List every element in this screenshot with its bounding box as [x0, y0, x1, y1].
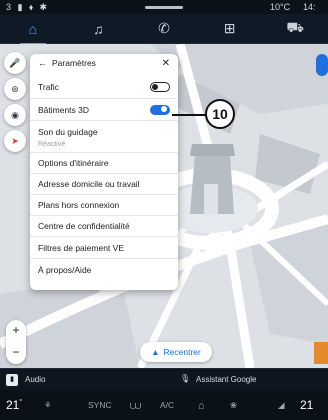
rear-defrost-icon[interactable]: ⩊ [130, 400, 141, 413]
close-icon[interactable]: ✕ [162, 58, 170, 69]
home-icon: ⌂ [28, 20, 38, 37]
buildings-3d-toggle[interactable] [150, 104, 170, 115]
ac-button[interactable]: A/C [160, 400, 174, 410]
apps-grid-icon: ⊞ [223, 20, 236, 36]
traffic-toggle[interactable] [150, 82, 170, 92]
status-bar: 3 ▮ ⬧ ✱ 10°C 14: [0, 0, 328, 14]
seat-heat-icon[interactable]: ⚘ [44, 400, 52, 411]
navigation-arrow-icon: ▲ [151, 347, 160, 357]
zoom-in-button[interactable]: + [6, 320, 26, 340]
setting-guidance-sound[interactable]: Son du guidage Réactivé [30, 120, 178, 152]
fan-icon[interactable]: ❀ [230, 400, 237, 411]
audio-bar: ▮ Audio 🎙 Assistant Google [0, 368, 328, 390]
setting-traffic[interactable]: Trafic [30, 76, 178, 98]
tab-vehicle[interactable]: ⛟ [280, 17, 310, 41]
toggle-knob [161, 106, 167, 112]
sound-icon[interactable]: ◉ [4, 104, 26, 126]
callout-line [172, 114, 208, 116]
mic-icon[interactable]: 🎙 [180, 374, 190, 383]
setting-home-work-address[interactable]: Adresse domicile ou travail [30, 173, 178, 194]
assistant-label[interactable]: Assistant Google [196, 375, 256, 384]
left-temperature[interactable]: 21° [6, 398, 22, 412]
music-icon: ♫ [93, 20, 104, 37]
setting-label: Filtres de paiement VE [38, 242, 124, 253]
status-handle [145, 6, 183, 9]
status-indicators: 3 ▮ ⬧ ✱ [6, 2, 50, 12]
setting-label: À propos/Aide [38, 264, 92, 275]
setting-label: Son du guidage [38, 127, 98, 137]
recenter-label: Recentrer [163, 347, 201, 357]
mic-icon[interactable]: 🎤 [4, 52, 26, 74]
clock: 14: [303, 2, 316, 12]
setting-ev-payment-filters[interactable]: Filtres de paiement VE [30, 236, 178, 258]
callout-number: 10 [205, 99, 235, 129]
setting-label: Adresse domicile ou travail [38, 179, 140, 189]
fan-level-icon[interactable]: ◢ [278, 400, 285, 411]
setting-label: Plans hors connexion [38, 200, 120, 210]
audio-source-icon[interactable]: ▮ [6, 373, 18, 386]
phone-icon: ✆ [158, 20, 170, 36]
sync-button[interactable]: SYNC [88, 400, 112, 410]
car-icon: ⛟ [286, 19, 304, 35]
outside-temperature: 10°C [270, 2, 291, 12]
setting-privacy-center[interactable]: Centre de confidentialité [30, 215, 178, 236]
setting-label: Bâtiments 3D [38, 104, 90, 115]
setting-3d-buildings[interactable]: Bâtiments 3D [30, 98, 178, 120]
left-temp-value: 21 [6, 398, 20, 412]
toggle-knob [152, 83, 158, 90]
back-arrow-icon[interactable]: ← [38, 58, 47, 68]
recenter-button[interactable]: ▲ Recentrer [140, 342, 212, 362]
climate-bar: 21° ⚘ SYNC ⩊ A/C ⌂ ❀ ◢ 21 [0, 390, 328, 420]
panel-title: Paramètres [52, 58, 96, 68]
tab-phone[interactable]: ✆ [149, 17, 179, 41]
settings-panel: ← Paramètres ✕ Trafic Bâtiments 3D Son d… [30, 54, 178, 290]
setting-label: Centre de confidentialité [38, 221, 130, 231]
tab-media[interactable]: ♫ [83, 17, 113, 41]
setting-about-help[interactable]: À propos/Aide [30, 258, 178, 280]
setting-sublabel: Réactivé [38, 141, 66, 148]
layers-icon[interactable]: ⊛ [4, 78, 26, 100]
setting-label: Options d'itinéraire [38, 158, 109, 168]
top-navigation: ⌂ ♫ ✆ ⊞ ⛟ [0, 14, 328, 45]
setting-label: Trafic [38, 82, 59, 92]
map-edge-badge [314, 342, 328, 364]
compass-icon[interactable]: ➤ [4, 130, 26, 152]
zoom-out-button[interactable]: − [6, 342, 26, 362]
audio-label[interactable]: Audio [25, 375, 45, 384]
panel-header: ← Paramètres ✕ [30, 54, 178, 72]
front-defrost-icon[interactable]: ⌂ [198, 400, 205, 412]
right-temperature[interactable]: 21 [300, 398, 313, 412]
tab-apps[interactable]: ⊞ [215, 17, 245, 41]
setting-offline-maps[interactable]: Plans hors connexion [30, 194, 178, 215]
setting-route-options[interactable]: Options d'itinéraire [30, 152, 178, 173]
temp-unit: ° [19, 399, 23, 406]
tab-home[interactable]: ⌂ [18, 17, 48, 45]
zoom-control: + − [6, 320, 26, 364]
